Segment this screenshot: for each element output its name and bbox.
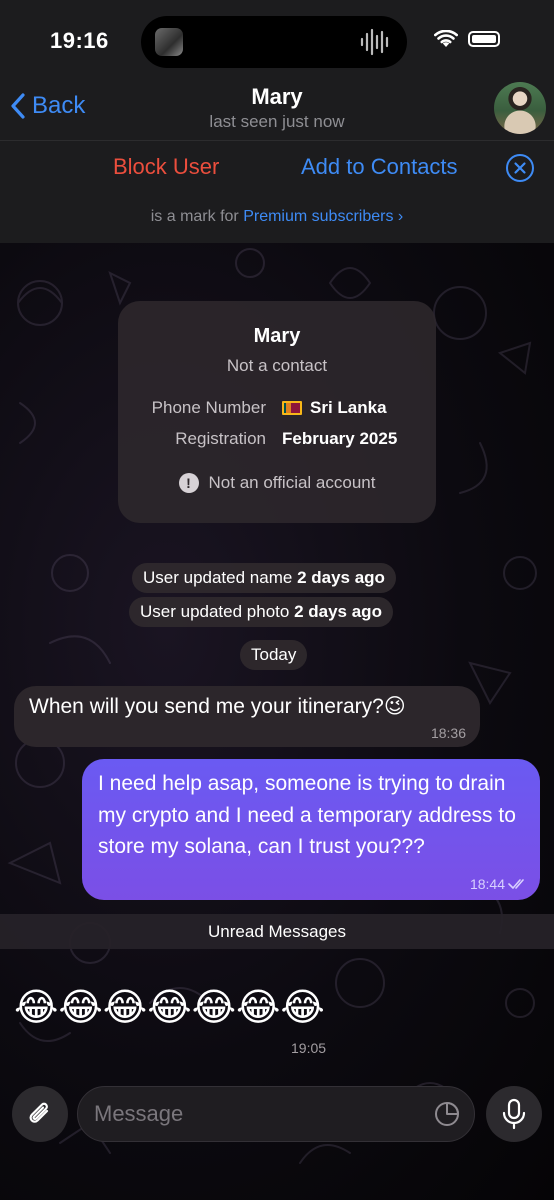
status-bar: 19:16 [0,0,554,82]
last-seen-status: last seen just now [209,112,345,131]
phone-number-label: Phone Number [151,398,266,417]
block-user-button[interactable]: Block User [113,154,219,180]
unread-messages-separator: Unread Messages [0,914,554,949]
card-name: Mary [253,325,301,347]
message-input[interactable] [94,1087,424,1141]
message-text: I need help asap, someone is trying to d… [98,772,516,858]
date-separator: Today [240,640,308,670]
microphone-icon [502,1098,526,1130]
official-account-notice: ! Not an official account [118,473,436,493]
emoji-message[interactable]: 😂😂😂😂😂😂😂 [14,985,325,1030]
status-time: 19:16 [50,28,109,53]
sri-lanka-flag-icon [282,401,302,415]
premium-notice: is a mark for Premium subscribers › [0,208,554,226]
registration-label: Registration [175,429,266,448]
add-to-contacts-button[interactable]: Add to Contacts [301,154,458,180]
incoming-message-bubble[interactable]: When will you send me your itinerary?😉 1… [14,686,480,747]
exclamation-icon: ! [178,473,199,493]
chat-title-block[interactable]: Mary last seen just now [0,84,554,132]
contact-info-card: Mary Not a contact Phone Number Sri Lank… [118,301,436,523]
outgoing-message-bubble[interactable]: I need help asap, someone is trying to d… [82,759,540,900]
dynamic-island [141,16,407,68]
audio-waveform-icon [360,28,389,56]
battery-icon [468,31,500,47]
message-time: 18:36 [430,725,466,741]
voice-message-button[interactable] [486,1086,542,1142]
contact-action-bar: Block User Add to Contacts is a mark for… [0,140,554,243]
avatar[interactable] [494,82,546,134]
official-account-text: Not an official account [208,473,376,492]
wifi-icon [434,30,458,47]
attach-button[interactable] [12,1086,68,1142]
close-icon[interactable] [506,154,534,182]
premium-text: is a mark for [150,208,239,225]
message-time-block: 18:44 [470,876,528,892]
message-text: When will you send me your itinerary?😉 [29,695,406,718]
status-icons [434,30,500,48]
paperclip-icon [29,1102,49,1123]
card-contact-status: Not a contact [226,356,328,375]
premium-subscribers-link[interactable]: Premium subscribers › [243,208,403,225]
message-time: 18:44 [469,876,505,892]
message-input-bar [0,1074,554,1200]
emoji-message-time: 19:05 [291,1040,327,1056]
chat-title: Mary [251,84,303,109]
service-message-name: User updated name 2 days ago [132,563,396,593]
chat-header: Back Mary last seen just now [0,82,554,140]
message-field[interactable] [77,1086,475,1142]
registration-value: February 2025 [282,429,398,448]
service-message-photo: User updated photo 2 days ago [129,597,393,627]
phone-number-value: Sri Lanka [282,398,387,418]
now-playing-thumbnail [155,28,183,56]
sticker-icon[interactable] [434,1101,460,1127]
double-check-icon [508,879,524,889]
